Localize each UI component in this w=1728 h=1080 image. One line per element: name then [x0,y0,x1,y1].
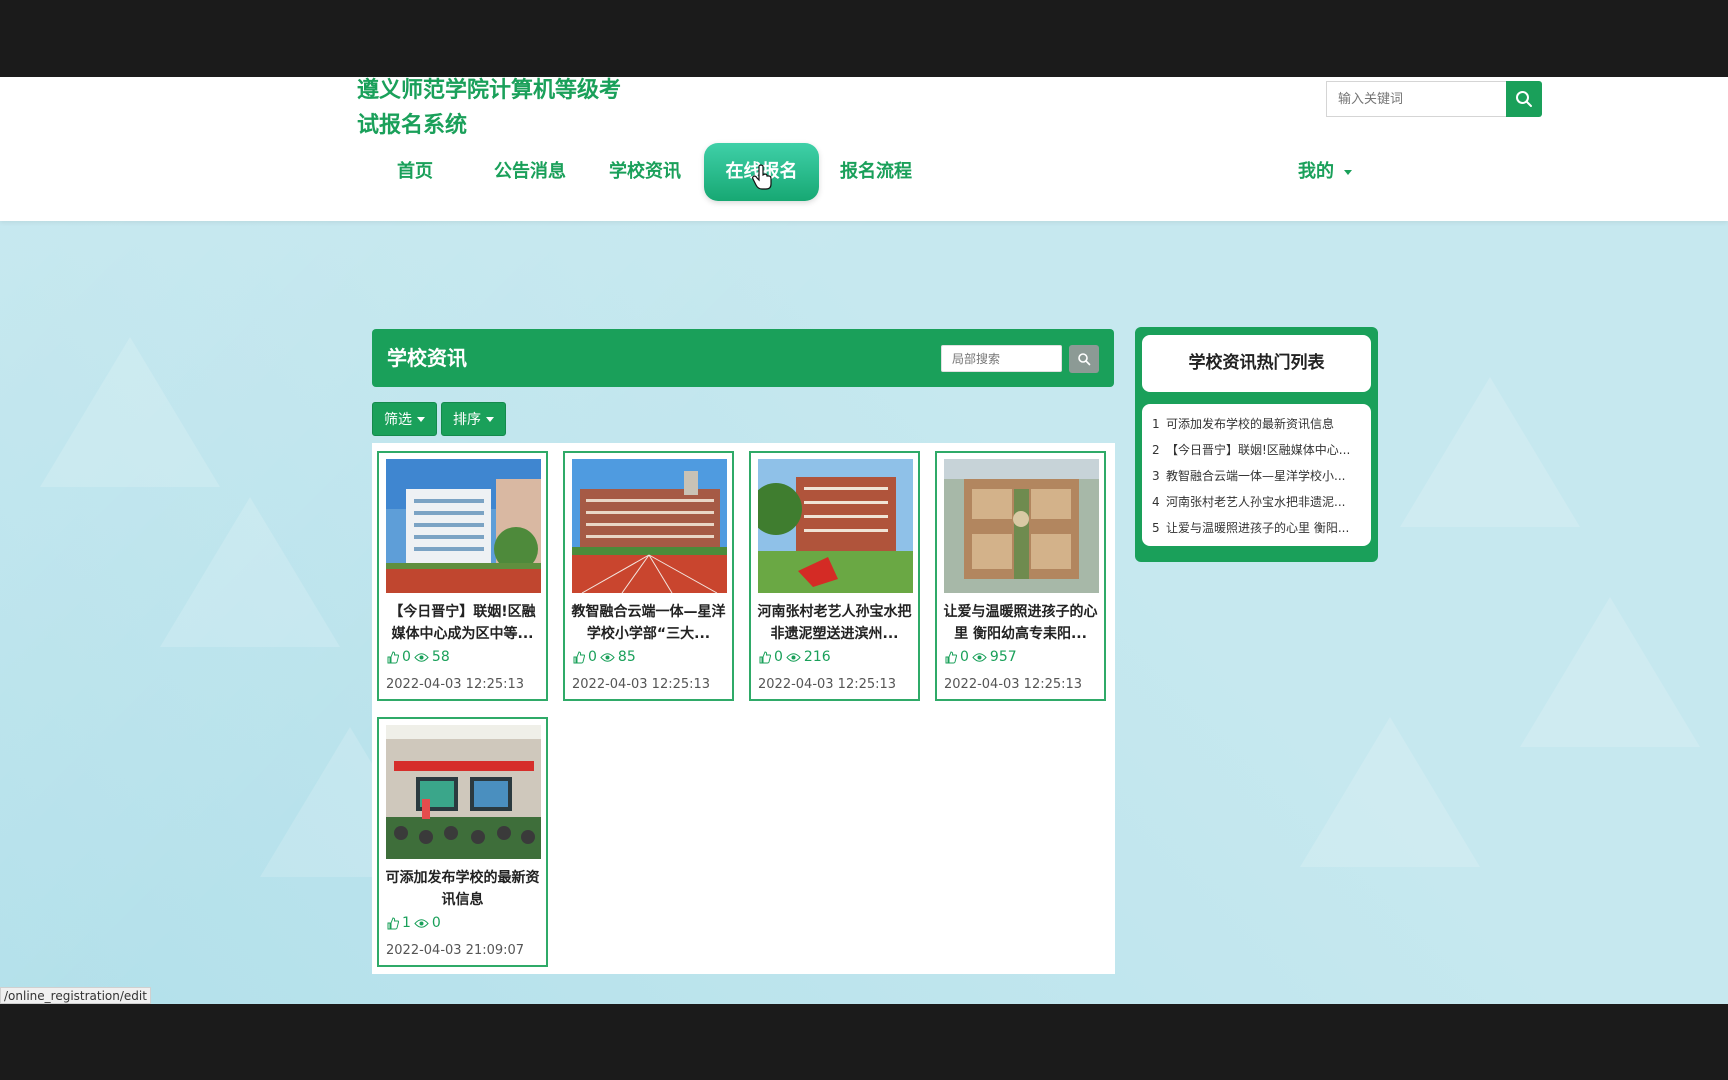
eye-icon [786,652,801,662]
view-count: 58 [431,649,450,665]
hot-item-rank: 5 [1152,521,1160,535]
hot-item-label: 可添加发布学校的最新资讯信息 [1166,417,1335,431]
local-search-button[interactable] [1069,345,1099,373]
sort-dropdown[interactable]: 排序 [441,402,506,436]
hot-list-item[interactable]: 3 教智融合云端一体—星洋学校小... [1142,463,1371,489]
view-count: 957 [989,649,1017,665]
news-title: 可添加发布学校的最新资讯信息 [385,870,540,908]
eye-icon [972,652,987,662]
thumbs-up-icon [387,650,399,663]
like-count: 0 [960,649,969,665]
search-icon [1078,353,1091,366]
hot-item-rank: 4 [1152,495,1160,509]
nav-home[interactable]: 首页 [380,143,450,201]
chevron-down-icon [417,416,425,422]
thumbs-up-icon [387,916,399,929]
news-stats: 0 85 [572,649,636,665]
hot-item-label: 【今日晋宁】联姻!区融媒体中心... [1166,443,1351,457]
chevron-down-icon [1344,169,1352,175]
hot-list-title: 学校资讯热门列表 [1142,335,1371,392]
hot-list-panel: 学校资讯热门列表 1 可添加发布学校的最新资讯信息 2 【今日晋宁】联姻!区融媒体中… [1135,327,1378,562]
news-stats: 1 0 [386,915,441,931]
hot-item-label: 河南张村老艺人孙宝水把非遗泥... [1166,495,1346,509]
filter-dropdown[interactable]: 筛选 [372,402,437,436]
news-title: 教智融合云端一体—星洋学校小学部“三大... [571,604,726,642]
nav-school-news[interactable]: 学校资讯 [600,143,690,201]
filter-label: 筛选 [384,412,412,428]
news-date: 2022-04-03 12:25:13 [386,677,525,692]
news-thumbnail [758,459,913,593]
site-title: 遵义师范学院计算机等级考试报名系统 [357,78,622,138]
local-search-input[interactable] [941,345,1062,372]
status-bar-url: /online_registration/edit [0,987,151,1004]
news-card[interactable]: 教智融合云端一体—星洋学校小学部“三大... 0 85 2022-04-03 1… [563,451,734,701]
hot-item-rank: 1 [1152,417,1160,431]
news-card[interactable]: 河南张村老艺人孙宝水把非遗泥塑送进滨州... 0 216 2022-04-03 … [749,451,920,701]
bg-triangle [1520,597,1700,747]
news-title: 【今日晋宁】联姻!区融媒体中心成为区中等... [389,604,536,642]
hot-item-rank: 2 [1152,443,1160,457]
video-letterbox-bottom [0,1004,1728,1080]
bg-triangle [160,497,340,647]
nav-announcements[interactable]: 公告消息 [485,143,575,201]
thumbs-up-icon [573,650,585,663]
bg-triangle [1400,377,1580,527]
news-card[interactable]: 可添加发布学校的最新资讯信息 1 0 2022-04-03 21:09:07 [377,717,548,967]
news-date: 2022-04-03 12:25:13 [758,677,897,692]
like-count: 0 [588,649,597,665]
sort-label: 排序 [453,412,481,428]
news-date: 2022-04-03 12:25:13 [572,677,711,692]
hot-list-item[interactable]: 5 让爱与温暖照进孩子的心里 衡阳... [1142,515,1371,541]
like-count: 1 [402,915,411,931]
news-stats: 0 58 [386,649,450,665]
hot-item-rank: 3 [1152,469,1160,483]
news-card[interactable]: 【今日晋宁】联姻!区融媒体中心成为区中等... 0 58 2022-04-03 … [377,451,548,701]
user-menu-label: 我的 [1298,161,1334,182]
bg-triangle [1300,717,1480,867]
like-count: 0 [402,649,411,665]
site-header: 遵义师范学院计算机等级考试报名系统 首页 公告消息 学校资讯 在线报名 报名流程… [0,77,1728,221]
search-input[interactable] [1326,81,1506,117]
news-card[interactable]: 让爱与温暖照进孩子的心里 衡阳幼高专耒阳... 0 957 2022-04-03… [935,451,1106,701]
video-letterbox-top [0,0,1728,77]
news-panel-header: 学校资讯 [372,329,1114,387]
news-thumbnail [386,725,541,859]
news-date: 2022-04-03 12:25:13 [944,677,1083,692]
search-icon [1516,91,1532,107]
hot-list-item[interactable]: 1 可添加发布学校的最新资讯信息 [1142,411,1371,437]
hand-cursor-icon [752,164,772,190]
view-count: 85 [617,649,636,665]
eye-icon [414,918,429,928]
hot-list: 1 可添加发布学校的最新资讯信息 2 【今日晋宁】联姻!区融媒体中心... 3 教智融… [1142,404,1371,546]
user-menu[interactable]: 我的 [1298,143,1352,201]
hot-list-item[interactable]: 2 【今日晋宁】联姻!区融媒体中心... [1142,437,1371,463]
nav-registration-process[interactable]: 报名流程 [830,143,922,201]
news-thumbnail [386,459,541,593]
search-button[interactable] [1506,81,1542,117]
like-count: 0 [774,649,783,665]
news-title: 河南张村老艺人孙宝水把非遗泥塑送进滨州... [757,604,912,642]
news-thumbnail [572,459,727,593]
thumbs-up-icon [945,650,957,663]
eye-icon [600,652,615,662]
hot-item-label: 让爱与温暖照进孩子的心里 衡阳... [1166,521,1350,535]
browser-viewport: 遵义师范学院计算机等级考试报名系统 首页 公告消息 学校资讯 在线报名 报名流程… [0,77,1728,1004]
news-grid: 【今日晋宁】联姻!区融媒体中心成为区中等... 0 58 2022-04-03 … [372,443,1115,974]
eye-icon [414,652,429,662]
thumbs-up-icon [759,650,771,663]
hot-item-label: 教智融合云端一体—星洋学校小... [1166,469,1346,483]
news-stats: 0 957 [944,649,1017,665]
news-date: 2022-04-03 21:09:07 [386,943,525,958]
view-count: 0 [431,915,441,931]
chevron-down-icon [486,416,494,422]
panel-title: 学校资讯 [387,346,467,370]
news-stats: 0 216 [758,649,831,665]
hot-list-item[interactable]: 4 河南张村老艺人孙宝水把非遗泥... [1142,489,1371,515]
view-count: 216 [803,649,831,665]
news-thumbnail [944,459,1099,593]
news-title: 让爱与温暖照进孩子的心里 衡阳幼高专耒阳... [943,604,1098,642]
bg-triangle [40,337,220,487]
